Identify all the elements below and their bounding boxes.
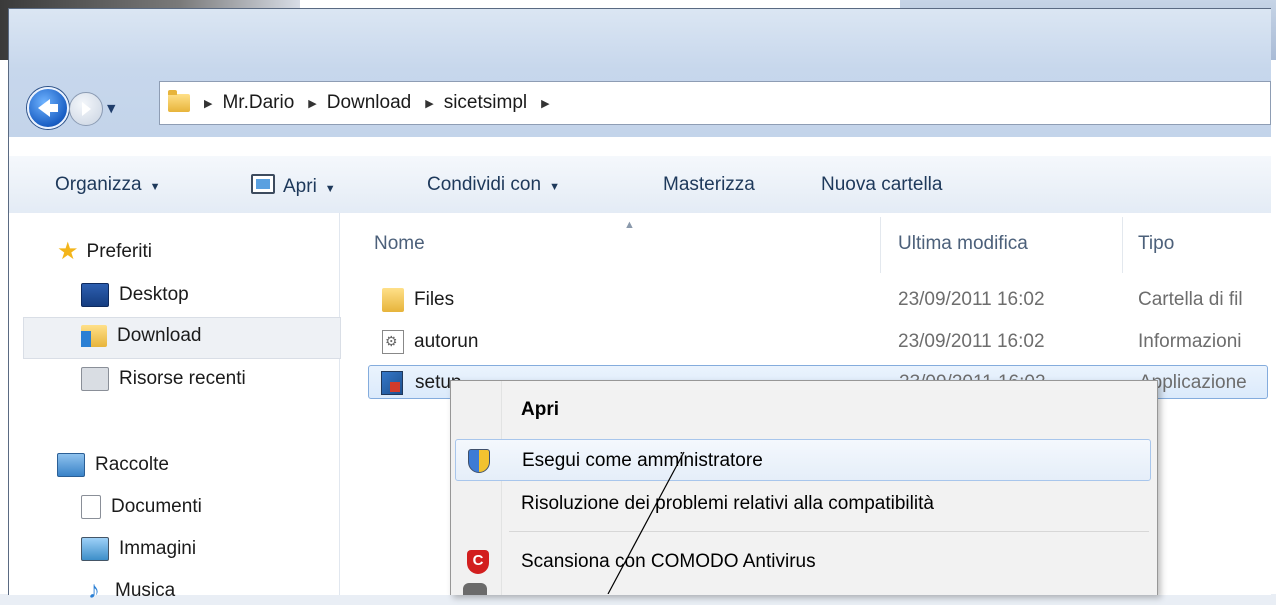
nav-label: Documenti (111, 496, 202, 517)
nav-label: Risorse recenti (119, 368, 246, 389)
uac-shield-icon (468, 449, 490, 473)
nav-item-images[interactable]: Immagini (81, 537, 196, 561)
address-bar[interactable]: ▶ Mr.Dario ▶ Download ▶ sicetsimpl ▶ (159, 81, 1271, 125)
column-header-modified[interactable]: Ultima modifica (898, 233, 1028, 255)
nav-item-libraries[interactable]: Raccolte (57, 453, 169, 477)
share-label: Condividi con (427, 174, 542, 195)
file-name: autorun (414, 331, 479, 352)
open-button[interactable]: Apri ▼ (251, 174, 336, 198)
column-header-name[interactable]: Nome (374, 233, 425, 255)
column-header-type[interactable]: Tipo (1138, 233, 1174, 255)
chevron-down-icon: ▼ (149, 181, 161, 193)
folder-icon (382, 288, 404, 312)
nav-item-favorites[interactable]: ★ Preferiti (57, 237, 152, 266)
context-menu-item-comodo-scan[interactable]: C Scansiona con COMODO Antivirus (455, 541, 1151, 583)
documents-icon (81, 495, 101, 519)
context-menu-item-run-as-admin[interactable]: Esegui come amministratore (455, 439, 1151, 481)
partial-menu-item-icon (463, 583, 487, 595)
navigation-pane: ★ Preferiti Desktop Download Risorse rece… (9, 213, 341, 604)
breadcrumb-chevron-icon[interactable]: ▶ (308, 97, 316, 110)
file-type: Informazioni (1138, 331, 1242, 352)
application-icon (381, 371, 403, 395)
breadcrumb-item[interactable]: sicetsimpl (444, 92, 527, 114)
context-menu-item-open[interactable]: Apri (455, 389, 1151, 431)
breadcrumb-item[interactable]: Download (327, 92, 412, 114)
setup-information-icon (382, 330, 404, 354)
menu-item-label: Risoluzione dei problemi relativi alla c… (521, 493, 934, 514)
comodo-antivirus-icon: C (467, 550, 489, 574)
nav-label: Immagini (119, 538, 197, 559)
folder-icon (168, 90, 190, 112)
nav-label: Download (117, 325, 202, 346)
back-button[interactable] (27, 87, 69, 129)
file-modified: 23/09/2011 16:02 (898, 331, 1045, 352)
forward-button[interactable] (69, 92, 103, 126)
open-icon (251, 174, 275, 194)
chevron-down-icon: ▼ (324, 183, 336, 195)
nav-item-music[interactable]: ♪ Musica (81, 577, 175, 605)
nav-label: Preferiti (86, 240, 152, 262)
new-folder-button[interactable]: Nuova cartella (821, 174, 942, 196)
nav-label: Musica (115, 580, 176, 601)
sort-ascending-icon: ▲ (624, 219, 635, 231)
command-bar: Organizza ▼ Apri ▼ Condividi con ▼ Masteriz… (9, 155, 1271, 215)
file-modified: 23/09/2011 16:02 (898, 289, 1045, 310)
breadcrumb-chevron-icon[interactable]: ▶ (541, 97, 549, 110)
nav-item-recent[interactable]: Risorse recenti (81, 367, 246, 391)
open-label: Apri (283, 176, 317, 197)
recent-places-icon (81, 367, 109, 391)
recent-pages-dropdown-icon[interactable]: ▼ (107, 102, 115, 115)
menu-separator (509, 531, 1149, 532)
burn-label: Masterizza (663, 174, 755, 195)
menu-item-label: Scansiona con COMODO Antivirus (521, 551, 816, 572)
new-folder-label: Nuova cartella (821, 174, 943, 195)
file-type: Cartella di fil (1138, 289, 1243, 310)
menu-item-label: Esegui come amministratore (522, 450, 763, 471)
file-name: Files (414, 289, 455, 310)
nav-item-download[interactable]: Download (81, 325, 202, 347)
organize-label: Organizza (55, 174, 142, 195)
nav-item-documents[interactable]: Documenti (81, 495, 202, 519)
desktop-icon (81, 283, 109, 307)
breadcrumb-chevron-icon[interactable]: ▶ (425, 97, 433, 110)
nav-item-desktop[interactable]: Desktop (81, 283, 189, 307)
nav-label: Raccolte (95, 454, 169, 475)
organize-button[interactable]: Organizza ▼ (55, 174, 161, 196)
share-with-button[interactable]: Condividi con ▼ (427, 174, 560, 196)
file-row[interactable]: autorun 23/09/2011 16:02 Informazioni (370, 325, 1270, 359)
breadcrumb-item[interactable]: Mr.Dario (222, 92, 294, 114)
column-divider[interactable] (1122, 217, 1123, 273)
download-folder-icon (81, 325, 107, 347)
breadcrumb-chevron-icon[interactable]: ▶ (204, 97, 212, 110)
nav-label: Desktop (119, 284, 189, 305)
column-divider[interactable] (880, 217, 881, 273)
pictures-icon (81, 537, 109, 561)
music-icon: ♪ (88, 577, 100, 604)
context-menu-item-troubleshoot-compatibility[interactable]: Risoluzione dei problemi relativi alla c… (455, 483, 1151, 525)
chevron-down-icon: ▼ (549, 181, 560, 193)
star-icon: ★ (57, 238, 79, 265)
navigation-bar: ▼ ▶ Mr.Dario ▶ Download ▶ sicetsimpl ▶ (9, 75, 1271, 133)
file-row[interactable]: Files 23/09/2011 16:02 Cartella di fil (370, 283, 1270, 317)
context-menu: Apri Esegui come amministratore Risoluzi… (450, 380, 1158, 595)
burn-button[interactable]: Masterizza (663, 174, 755, 196)
libraries-icon (57, 453, 85, 477)
menu-item-label: Apri (521, 399, 559, 420)
